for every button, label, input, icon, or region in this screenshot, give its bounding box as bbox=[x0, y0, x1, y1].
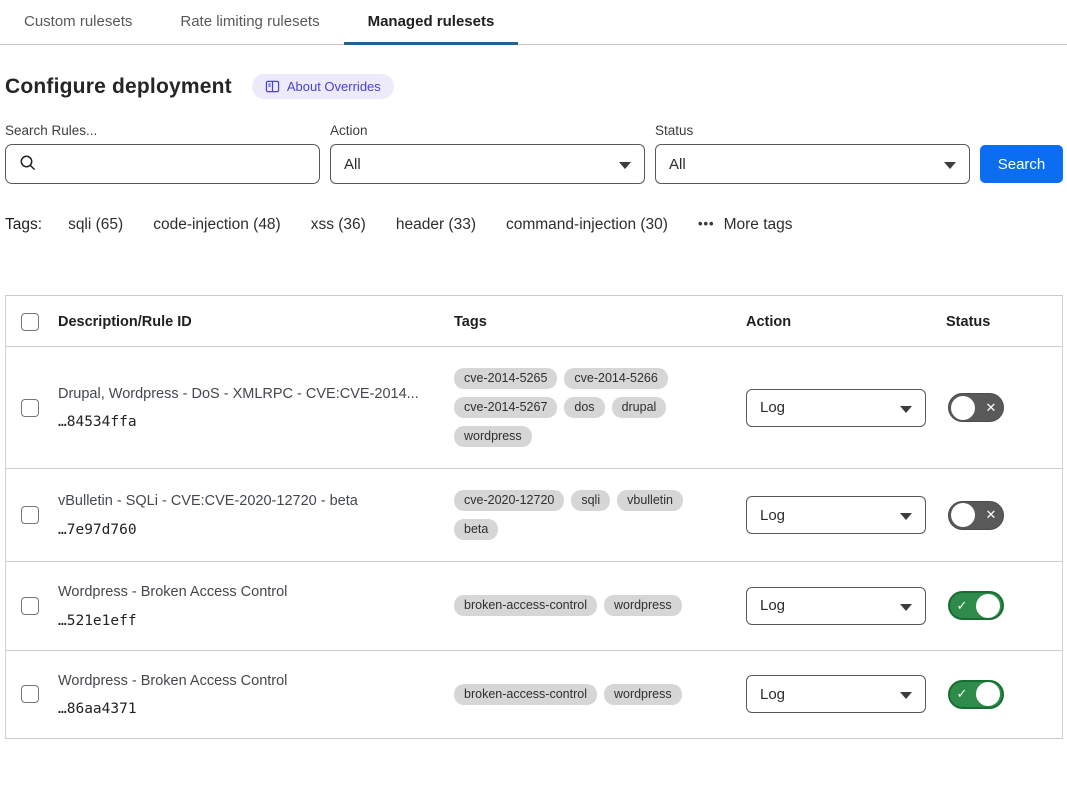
rule-id: …84534ffa bbox=[58, 414, 454, 430]
rule-tag-list: broken-access-control wordpress bbox=[454, 595, 706, 616]
tag-chip: cve-2014-5266 bbox=[564, 368, 667, 389]
row-action-select[interactable]: Log bbox=[746, 675, 926, 713]
search-icon bbox=[19, 154, 37, 177]
column-header-action: Action bbox=[746, 314, 946, 330]
tag-filter-link[interactable]: command-injection (30) bbox=[506, 216, 668, 234]
rule-tag-list: cve-2014-5265 cve-2014-5266 cve-2014-5267 d… bbox=[454, 368, 706, 447]
about-overrides-label: About Overrides bbox=[287, 79, 381, 94]
check-icon: ✓ bbox=[952, 686, 972, 702]
action-filter-value: All bbox=[344, 156, 361, 173]
select-all-checkbox[interactable] bbox=[21, 313, 39, 331]
table-row: Wordpress - Broken Access Control …86aa4… bbox=[6, 650, 1062, 739]
row-action-value: Log bbox=[760, 399, 785, 416]
x-icon: ✕ bbox=[981, 507, 1001, 523]
tag-chip: dos bbox=[564, 397, 604, 418]
rule-id: …521e1eff bbox=[58, 613, 454, 629]
column-header-tags: Tags bbox=[454, 314, 746, 330]
about-overrides-badge[interactable]: About Overrides bbox=[252, 74, 394, 99]
tag-chip: wordpress bbox=[454, 426, 532, 447]
tab-bar: Custom rulesetsRate limiting rulesetsMan… bbox=[0, 0, 1067, 45]
tag-chip: wordpress bbox=[604, 684, 682, 705]
table-row: Wordpress - Broken Access Control …521e1… bbox=[6, 561, 1062, 650]
tags-label: Tags: bbox=[5, 216, 42, 234]
more-tags-label: More tags bbox=[724, 216, 793, 234]
search-rules-input[interactable] bbox=[5, 144, 320, 184]
row-action-select[interactable]: Log bbox=[746, 389, 926, 427]
toggle-knob bbox=[951, 503, 975, 527]
status-toggle[interactable]: ✕ bbox=[948, 393, 1004, 422]
chevron-down-icon bbox=[619, 162, 631, 169]
x-icon: ✕ bbox=[981, 400, 1001, 416]
search-button[interactable]: Search bbox=[980, 145, 1063, 183]
chevron-down-icon bbox=[900, 604, 912, 611]
ellipsis-icon: ••• bbox=[698, 216, 715, 231]
tab-rate-limiting-rulesets[interactable]: Rate limiting rulesets bbox=[156, 0, 343, 45]
row-checkbox[interactable] bbox=[21, 399, 39, 417]
book-icon bbox=[265, 80, 280, 94]
tag-chip: vbulletin bbox=[617, 490, 683, 511]
chevron-down-icon bbox=[900, 513, 912, 520]
status-filter-value: All bbox=[669, 156, 686, 173]
rule-description: vBulletin - SQLi - CVE:CVE-2020-12720 - … bbox=[58, 492, 454, 512]
row-checkbox[interactable] bbox=[21, 597, 39, 615]
status-toggle[interactable]: ✕ bbox=[948, 501, 1004, 530]
table-row: vBulletin - SQLi - CVE:CVE-2020-12720 - … bbox=[6, 468, 1062, 561]
check-icon: ✓ bbox=[952, 598, 972, 614]
row-action-select[interactable]: Log bbox=[746, 587, 926, 625]
page-title: Configure deployment bbox=[5, 75, 232, 99]
tag-chip: broken-access-control bbox=[454, 684, 597, 705]
toggle-knob bbox=[976, 682, 1000, 706]
search-rules-label: Search Rules... bbox=[5, 123, 320, 138]
rule-description: Drupal, Wordpress - DoS - XMLRPC - CVE:C… bbox=[58, 385, 454, 405]
tag-chip: sqli bbox=[571, 490, 610, 511]
row-action-value: Log bbox=[760, 686, 785, 703]
table-row: Drupal, Wordpress - DoS - XMLRPC - CVE:C… bbox=[6, 346, 1062, 468]
table-header-row: Description/Rule ID Tags Action Status bbox=[6, 296, 1062, 346]
tag-filter-link[interactable]: code-injection (48) bbox=[153, 216, 281, 234]
tag-filter-links: sqli (65) code-injection (48) xss (36) head… bbox=[68, 216, 668, 234]
rule-tag-list: broken-access-control wordpress bbox=[454, 684, 706, 705]
toggle-knob bbox=[951, 396, 975, 420]
tag-chip: cve-2020-12720 bbox=[454, 490, 564, 511]
status-toggle[interactable]: ✓ bbox=[948, 680, 1004, 709]
rule-id: …7e97d760 bbox=[58, 522, 454, 538]
tag-chip: cve-2014-5265 bbox=[454, 368, 557, 389]
status-filter-select[interactable]: All bbox=[655, 144, 970, 184]
tag-chip: cve-2014-5267 bbox=[454, 397, 557, 418]
more-tags-button[interactable]: ••• More tags bbox=[698, 216, 793, 234]
row-action-value: Log bbox=[760, 507, 785, 524]
tag-filter-link[interactable]: xss (36) bbox=[311, 216, 366, 234]
status-filter-label: Status bbox=[655, 123, 970, 138]
chevron-down-icon bbox=[944, 162, 956, 169]
tab-managed-rulesets[interactable]: Managed rulesets bbox=[344, 0, 519, 45]
action-filter-label: Action bbox=[330, 123, 645, 138]
action-filter-select[interactable]: All bbox=[330, 144, 645, 184]
rules-table: Description/Rule ID Tags Action Status D… bbox=[5, 295, 1063, 739]
tab-custom-rulesets[interactable]: Custom rulesets bbox=[0, 0, 156, 45]
tag-filter-link[interactable]: sqli (65) bbox=[68, 216, 123, 234]
chevron-down-icon bbox=[900, 406, 912, 413]
toggle-knob bbox=[976, 594, 1000, 618]
row-action-value: Log bbox=[760, 597, 785, 614]
column-header-description: Description/Rule ID bbox=[58, 314, 454, 330]
tag-chip: wordpress bbox=[604, 595, 682, 616]
row-action-select[interactable]: Log bbox=[746, 496, 926, 534]
rule-tag-list: cve-2020-12720 sqli vbulletin beta bbox=[454, 490, 706, 540]
tag-chip: broken-access-control bbox=[454, 595, 597, 616]
chevron-down-icon bbox=[900, 692, 912, 699]
status-toggle[interactable]: ✓ bbox=[948, 591, 1004, 620]
row-checkbox[interactable] bbox=[21, 685, 39, 703]
rule-description: Wordpress - Broken Access Control bbox=[58, 583, 454, 603]
tag-filter-link[interactable]: header (33) bbox=[396, 216, 476, 234]
tag-chip: drupal bbox=[612, 397, 667, 418]
column-header-status: Status bbox=[946, 314, 1062, 330]
tag-chip: beta bbox=[454, 519, 498, 540]
rule-id: …86aa4371 bbox=[58, 701, 454, 717]
row-checkbox[interactable] bbox=[21, 506, 39, 524]
rule-description: Wordpress - Broken Access Control bbox=[58, 672, 454, 692]
